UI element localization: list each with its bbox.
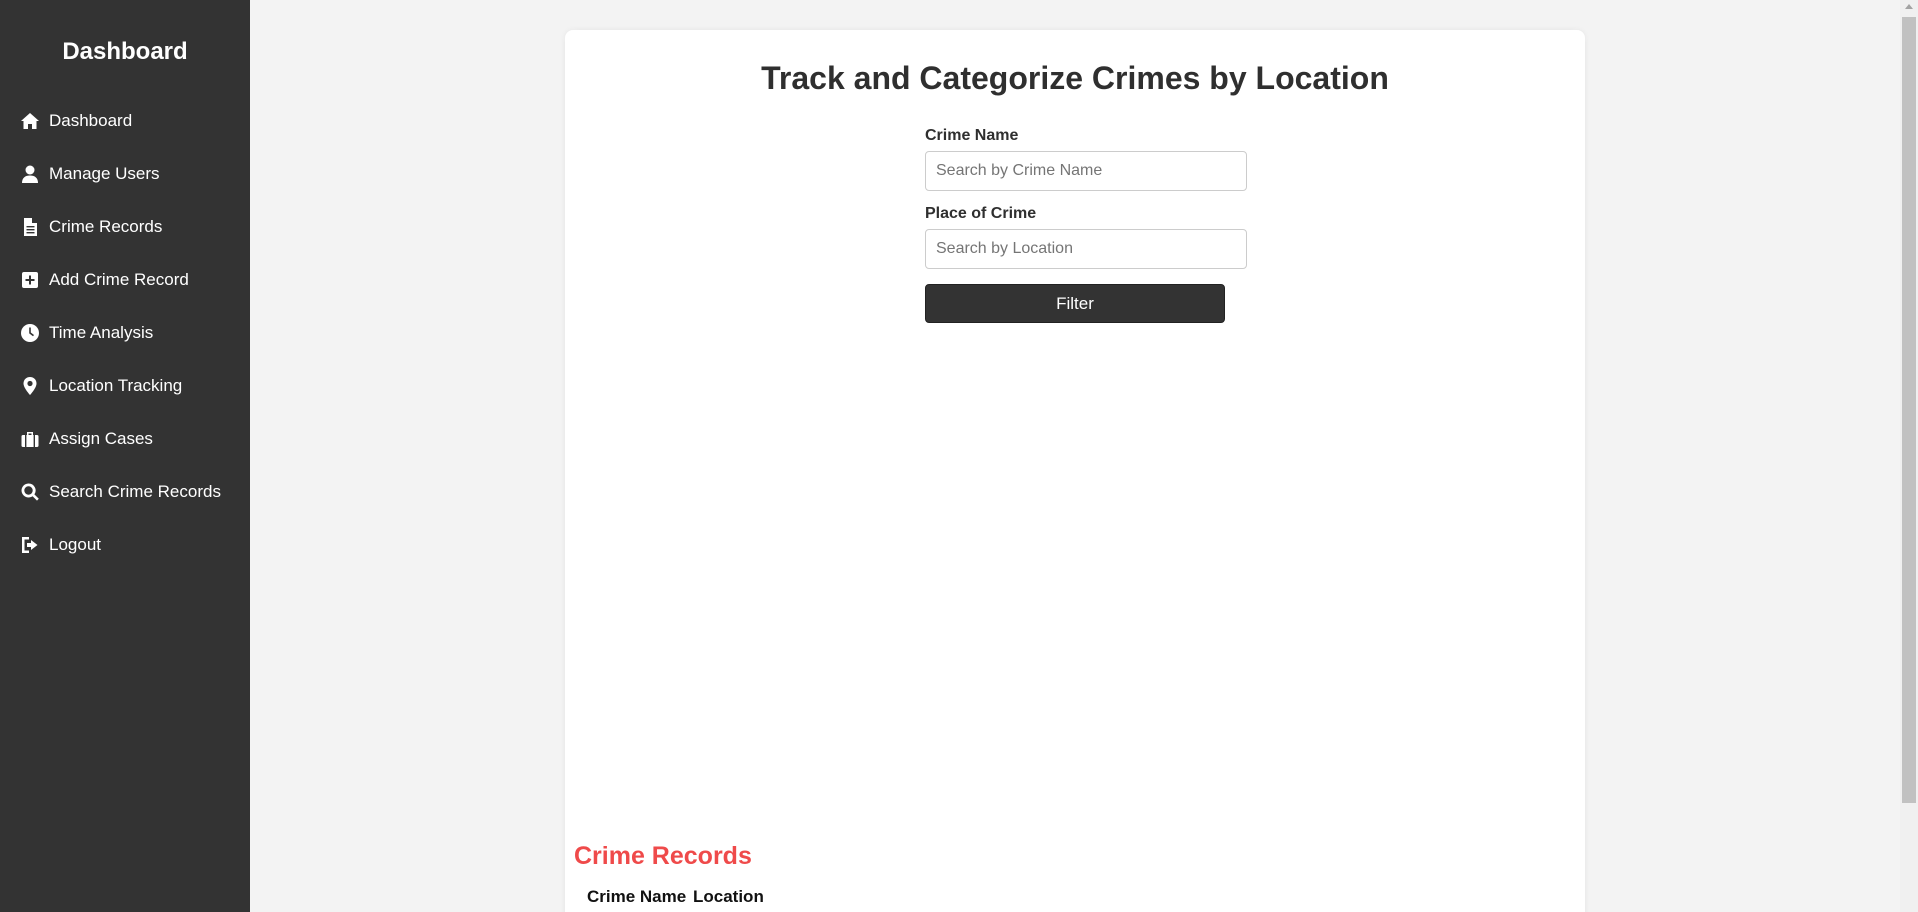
sidebar-item-time-analysis[interactable]: Time Analysis bbox=[0, 313, 250, 353]
search-icon bbox=[19, 481, 41, 503]
sidebar-item-label: Crime Records bbox=[49, 217, 163, 236]
sidebar-item-label: Assign Cases bbox=[49, 429, 153, 448]
sidebar-item-label: Manage Users bbox=[49, 164, 160, 183]
sidebar-item-label: Time Analysis bbox=[49, 323, 154, 342]
table-header-crime-name: Crime Name bbox=[587, 887, 687, 906]
sidebar-title: Dashboard bbox=[62, 38, 188, 65]
crime-name-input[interactable] bbox=[925, 151, 1247, 191]
sidebar-item-label: Add Crime Record bbox=[49, 270, 189, 289]
main-card: Track and Categorize Crimes by Location … bbox=[565, 30, 1585, 912]
filter-button[interactable]: Filter bbox=[925, 284, 1225, 323]
sidebar-item-crime-records[interactable]: Crime Records bbox=[0, 207, 250, 247]
briefcase-icon bbox=[19, 428, 41, 450]
place-of-crime-label: Place of Crime bbox=[925, 205, 1037, 222]
crime-name-label: Crime Name bbox=[925, 127, 1019, 144]
vertical-scrollbar[interactable] bbox=[1900, 0, 1918, 912]
place-of-crime-input[interactable] bbox=[925, 229, 1247, 269]
scroll-thumb[interactable] bbox=[1902, 17, 1916, 803]
document-icon bbox=[19, 216, 41, 238]
map-pin-icon bbox=[19, 375, 41, 397]
logout-icon bbox=[19, 534, 41, 556]
plus-square-icon bbox=[19, 269, 41, 291]
scroll-up-arrow-icon[interactable] bbox=[1905, 4, 1913, 9]
sidebar-item-dashboard[interactable]: Dashboard bbox=[0, 101, 250, 141]
sidebar-item-search-crime-records[interactable]: Search Crime Records bbox=[0, 472, 250, 512]
table-header-location: Location bbox=[693, 887, 764, 906]
app-root: Dashboard Dashboard Manage Users Crime R… bbox=[0, 0, 1918, 912]
sidebar-item-add-crime-record[interactable]: Add Crime Record bbox=[0, 260, 250, 300]
sidebar-item-manage-users[interactable]: Manage Users bbox=[0, 154, 250, 194]
sidebar-item-label: Dashboard bbox=[49, 111, 133, 130]
sidebar-item-location-tracking[interactable]: Location Tracking bbox=[0, 366, 250, 406]
user-icon bbox=[19, 163, 41, 185]
sidebar: Dashboard Dashboard Manage Users Crime R… bbox=[0, 0, 250, 912]
clock-icon bbox=[19, 322, 41, 344]
home-icon bbox=[19, 110, 41, 132]
sidebar-item-label: Location Tracking bbox=[49, 376, 183, 395]
sidebar-item-label: Logout bbox=[49, 535, 101, 554]
sidebar-item-label: Search Crime Records bbox=[49, 482, 221, 501]
crime-records-heading: Crime Records bbox=[574, 842, 752, 870]
sidebar-item-assign-cases[interactable]: Assign Cases bbox=[0, 419, 250, 459]
page-title: Track and Categorize Crimes by Location bbox=[761, 60, 1389, 96]
sidebar-item-logout[interactable]: Logout bbox=[0, 525, 250, 565]
